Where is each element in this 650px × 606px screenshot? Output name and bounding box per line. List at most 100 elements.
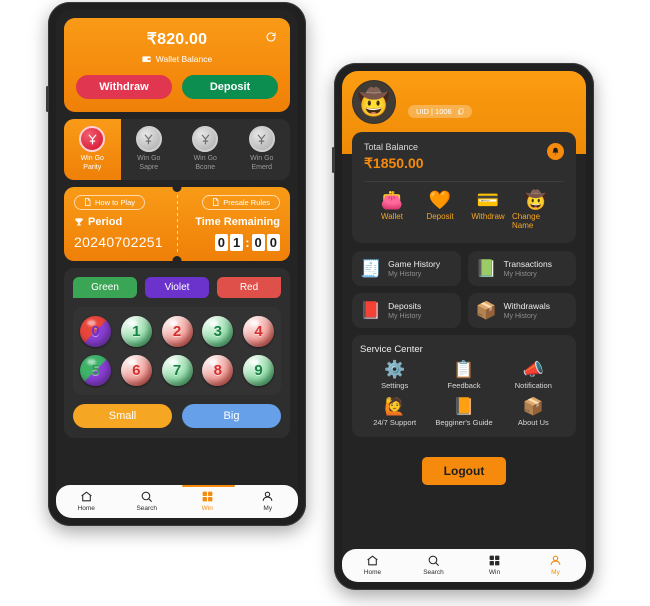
account-body: 🧾 Game History My History 📗 Transactions… (342, 243, 586, 485)
ticket-notch-top (172, 182, 182, 192)
history-card-sub: My History (388, 271, 422, 278)
bet-green-button[interactable]: Green (73, 276, 137, 298)
phone1-content: ₹820.00 Wallet Balance Withdraw Deposit … (56, 10, 298, 438)
timer-digit: 0 (266, 233, 280, 251)
service-item-label: Notification (514, 381, 552, 390)
nav-label: Win (201, 505, 213, 512)
service-item-notification[interactable]: 📣 Notification (499, 361, 568, 390)
box-icon: 📦 (522, 397, 544, 416)
bet-red-button[interactable]: Red (217, 276, 281, 298)
quick-action-deposit[interactable]: 🧡 Deposit (416, 191, 464, 230)
total-balance-card: Total Balance ₹1850.00 👛 Wallet 🧡 Deposi… (352, 132, 576, 243)
number-ball-5[interactable]: 5 (80, 354, 111, 386)
game-tab-parity[interactable]: Win Go Parity (64, 119, 121, 180)
withdrawals-icon: 📦 (475, 301, 497, 320)
megaphone-icon: 📣 (522, 360, 544, 379)
game-tab-label: Win Go Emerd (250, 155, 274, 171)
number-ball-0[interactable]: 0 (80, 315, 111, 347)
timer-digit: 1 (229, 233, 244, 251)
history-card-deposits[interactable]: 📕 Deposits My History (352, 293, 461, 328)
search-icon (428, 555, 439, 566)
wallet-icon: 👛 (380, 190, 404, 210)
nav-item-my[interactable]: My (238, 490, 299, 512)
deposits-icon: 📕 (360, 301, 382, 320)
betting-panel: Green Violet Red 0 1 2 3 4 5 6 7 8 9 Sma… (64, 267, 290, 438)
phone2-scroll-area: 🤠 UID | 1006 Total Balance ₹1850.00 👛 Wa… (342, 71, 586, 549)
trophy-icon (75, 217, 83, 226)
deposit-button[interactable]: Deposit (182, 75, 278, 99)
game-tab-emerd[interactable]: Win Go Emerd (234, 119, 291, 180)
game-tab-sapre[interactable]: Win Go Sapre (121, 119, 178, 180)
how-to-play-button[interactable]: How to Play (74, 194, 146, 210)
number-ball-9[interactable]: 9 (243, 354, 274, 386)
timer-digit: 0 (251, 233, 265, 251)
bet-big-button[interactable]: Big (182, 403, 281, 428)
history-card-title: Game History (388, 259, 441, 269)
number-ball-4[interactable]: 4 (243, 315, 274, 347)
withdraw-button[interactable]: Withdraw (76, 75, 172, 99)
book-icon: 📙 (453, 397, 475, 416)
nav-item-home[interactable]: Home (342, 554, 403, 576)
history-card-game-history[interactable]: 🧾 Game History My History (352, 251, 461, 286)
refresh-icon[interactable] (265, 30, 277, 42)
game-history-icon: 🧾 (360, 259, 382, 278)
transactions-icon: 📗 (475, 259, 497, 278)
timer-separator: : (245, 234, 250, 250)
countdown-timer: 0 1 : 0 0 (214, 233, 280, 251)
service-item-about-us[interactable]: 📦 About Us (499, 398, 568, 427)
wallet-action-buttons: Withdraw Deposit (76, 75, 278, 99)
how-to-play-label: How to Play (95, 197, 136, 207)
game-tab-bcone[interactable]: Win Go Bcone (177, 119, 234, 180)
bet-violet-button[interactable]: Violet (145, 276, 209, 298)
color-bet-row: Green Violet Red (73, 276, 281, 298)
quick-action-change-name[interactable]: 🤠 Change Name (512, 191, 560, 230)
number-ball-3[interactable]: 3 (202, 315, 234, 347)
change-name-icon: 🤠 (524, 190, 548, 210)
bell-icon[interactable] (547, 143, 564, 160)
number-ball-8[interactable]: 8 (202, 354, 234, 386)
size-bet-row: Small Big (73, 403, 281, 428)
logout-button[interactable]: Logout (421, 457, 507, 485)
grid-icon (202, 491, 213, 502)
number-ball-6[interactable]: 6 (120, 354, 152, 386)
nav-item-home[interactable]: Home (56, 490, 117, 512)
nav-item-search[interactable]: Search (403, 554, 464, 576)
history-card-transactions[interactable]: 📗 Transactions My History (467, 251, 576, 286)
presale-rules-button[interactable]: Presale Rules (202, 194, 280, 210)
number-ball-1[interactable]: 1 (120, 315, 152, 347)
number-ball-7[interactable]: 7 (161, 354, 193, 386)
game-tab-label: Win Go Sapre (137, 155, 161, 171)
bet-small-button[interactable]: Small (73, 403, 172, 428)
history-card-withdrawals[interactable]: 📦 Withdrawals My History (467, 293, 576, 328)
game-type-tabs: Win Go Parity Win Go Sapre Win Go Bcone … (64, 119, 290, 180)
nav-label: Search (423, 569, 444, 576)
nav-item-search[interactable]: Search (117, 490, 178, 512)
quick-action-wallet[interactable]: 👛 Wallet (368, 191, 416, 230)
service-item-beginners-guide[interactable]: 📙 Begginer's Guide (429, 398, 498, 427)
game-tab-label: Win Go Bcone (193, 155, 217, 171)
home-icon (367, 555, 378, 566)
service-item-settings[interactable]: ⚙️ Settings (360, 361, 429, 390)
nav-item-win[interactable]: Win (464, 554, 525, 576)
number-ball-2[interactable]: 2 (161, 315, 193, 347)
wingo-coin-icon (135, 126, 162, 152)
service-item-feedback[interactable]: 📋 Feedback (429, 361, 498, 390)
quick-action-withdraw[interactable]: 💳 Withdraw (464, 191, 512, 230)
history-card-sub: My History (503, 313, 537, 320)
avatar[interactable]: 🤠 (352, 80, 396, 124)
timer-digit: 0 (214, 233, 228, 251)
uid-badge[interactable]: UID | 1006 (408, 105, 472, 118)
period-timer-card: How to Play Period 20240702251 Presale R… (64, 182, 290, 265)
withdraw-card-icon: 💳 (476, 190, 500, 210)
gear-icon: ⚙️ (384, 360, 406, 379)
service-center-grid: ⚙️ Settings 📋 Feedback 📣 Notification 🙋 … (360, 361, 568, 427)
nav-item-win[interactable]: Win (177, 490, 238, 512)
copy-icon[interactable] (457, 108, 464, 115)
time-remaining-label: Time Remaining (195, 215, 280, 228)
nav-item-my[interactable]: My (525, 554, 586, 576)
wallet-balance-label: Wallet Balance (155, 54, 213, 64)
service-item-support[interactable]: 🙋 24/7 Support (360, 398, 429, 427)
person-icon (262, 491, 273, 501)
nav-label: Win (488, 569, 501, 576)
phone-mockup-game: ₹820.00 Wallet Balance Withdraw Deposit … (46, 2, 306, 526)
